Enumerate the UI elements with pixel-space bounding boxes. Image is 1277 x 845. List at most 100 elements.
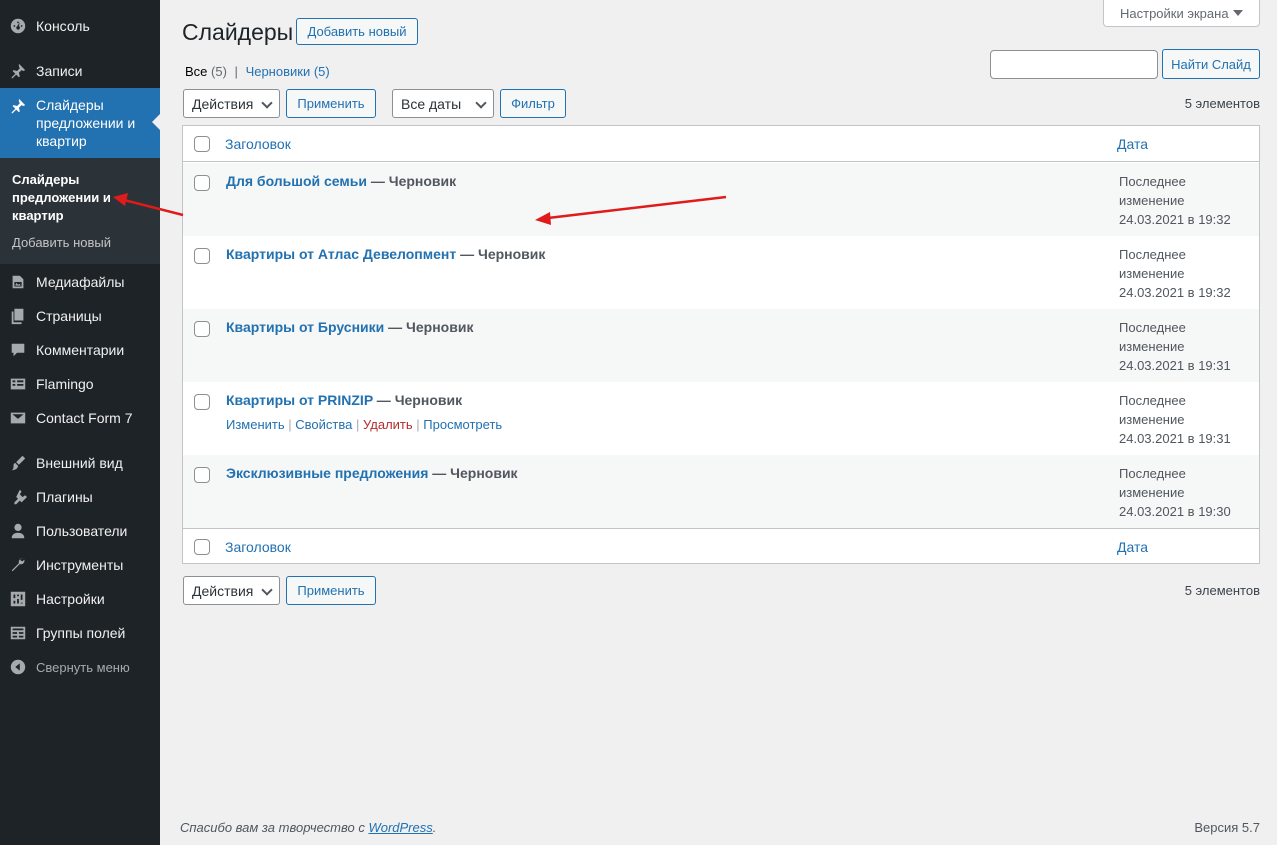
table-row: Эксклюзивные предложения — Черновик Посл… [183,455,1259,528]
menu-appearance-label: Внешний вид [36,455,123,471]
apply-button-bottom[interactable]: Применить [286,576,376,605]
status-separator: — [366,173,389,189]
apply-button-top[interactable]: Применить [286,89,376,118]
version-text: Версия 5.7 [1194,820,1260,835]
menu-settings-label: Настройки [36,591,105,607]
date-filter-value: Все даты [401,95,462,112]
user-icon [0,522,36,540]
edit-link[interactable]: Изменить [226,417,285,432]
row-date-label: Последнее изменение [1119,247,1186,281]
menu-tools[interactable]: Инструменты [0,554,160,576]
screen-options-button[interactable]: Настройки экрана [1103,0,1260,27]
row-title: Квартиры от Атлас Девелопмент — Черновик [226,246,545,262]
page-title: Слайдеры [182,19,294,45]
view-all[interactable]: Все [185,64,207,79]
column-title-header[interactable]: Заголовок [225,136,291,152]
wordpress-link[interactable]: WordPress [368,820,432,835]
sliders-submenu: Слайдеры предложении и квартир Добавить … [0,158,160,264]
column-title-footer[interactable]: Заголовок [225,539,291,555]
row-title: Квартиры от Брусники — Черновик [226,319,473,335]
status-separator: — [428,465,451,481]
row-status: Черновик [477,246,546,262]
filter-button[interactable]: Фильтр [500,89,566,118]
menu-flamingo[interactable]: Flamingo [0,373,160,395]
bulk-actions-value: Действия [192,95,254,112]
date-filter-select[interactable]: Все даты [392,89,494,118]
delete-link[interactable]: Удалить [363,417,413,432]
row-checkbox[interactable] [194,248,210,264]
view-all-count: (5) [211,64,227,79]
wrench-icon [0,556,36,574]
column-date-footer[interactable]: Дата [1117,539,1148,555]
menu-comments-label: Комментарии [36,342,125,358]
view-drafts-count: (5) [313,64,330,79]
admin-sidebar: Консоль Записи Слайдеры предложении и кв… [0,0,160,845]
menu-contact-form[interactable]: Contact Form 7 [0,407,160,429]
row-date-value: 24.03.2021 в 19:32 [1119,285,1231,300]
collapse-icon [0,658,36,676]
comment-icon [0,341,36,359]
table-row: Для большой семьи — Черновик Последнее и… [183,163,1259,236]
menu-users[interactable]: Пользователи [0,520,160,542]
menu-flamingo-label: Flamingo [36,376,94,392]
bulk-actions-select-top[interactable]: Действия [183,89,280,118]
row-checkbox[interactable] [194,321,210,337]
row-status: Черновик [450,465,518,481]
menu-appearance[interactable]: Внешний вид [0,452,160,474]
row-date: Последнее изменение 24.03.2021 в 19:30 [1119,464,1231,521]
row-checkbox[interactable] [194,467,210,483]
menu-posts-label: Записи [36,63,83,79]
menu-field-groups[interactable]: Группы полей [0,622,160,644]
add-new-button[interactable]: Добавить новый [296,18,418,45]
menu-sliders-label: Слайдеры предложении и квартир [36,97,136,149]
menu-plugins[interactable]: Плагины [0,486,160,508]
row-checkbox[interactable] [194,394,210,410]
flamingo-icon [0,375,36,393]
submenu-item-sliders[interactable]: Слайдеры предложении и квартир [12,171,152,225]
row-checkbox[interactable] [194,175,210,191]
row-title-link[interactable]: Для большой семьи [226,173,367,189]
menu-dashboard[interactable]: Консоль [0,15,160,37]
menu-posts[interactable]: Записи [0,60,160,82]
select-all-checkbox-bottom[interactable] [194,538,210,555]
row-date-label: Последнее изменение [1119,393,1186,427]
footer-thanks: Спасибо вам за творчество с WordPress. [180,820,436,835]
row-date-value: 24.03.2021 в 19:30 [1119,504,1231,519]
menu-media-label: Медиафайлы [36,274,125,290]
pin-icon [0,62,36,80]
select-all-checkbox[interactable] [194,135,210,152]
menu-comments[interactable]: Комментарии [0,339,160,361]
menu-dashboard-label: Консоль [36,18,90,34]
row-title-link[interactable]: Квартиры от Брусники [226,319,384,335]
menu-users-label: Пользователи [36,523,128,539]
search-input[interactable] [990,50,1158,79]
column-date-header[interactable]: Дата [1117,136,1148,152]
view-drafts[interactable]: Черновики [246,64,311,79]
pages-icon [0,307,36,325]
menu-pages[interactable]: Страницы [0,305,160,327]
action-separator: | [416,417,420,432]
action-separator: | [288,417,292,432]
row-date-value: 24.03.2021 в 19:32 [1119,212,1231,227]
row-actions: Изменить | Свойства | Удалить | Просмотр… [226,417,502,432]
mail-icon [0,409,36,427]
menu-media[interactable]: Медиафайлы [0,271,160,293]
menu-collapse[interactable]: Свернуть меню [0,656,160,678]
row-date-value: 24.03.2021 в 19:31 [1119,358,1231,373]
row-date-label: Последнее изменение [1119,174,1186,208]
chevron-down-icon [475,97,487,109]
settings-icon [0,590,36,608]
search-button[interactable]: Найти Слайд [1162,49,1260,79]
row-title-link[interactable]: Квартиры от Атлас Девелопмент [226,246,456,262]
row-title-link[interactable]: Квартиры от PRINZIP [226,392,373,408]
menu-field-groups-label: Группы полей [36,625,126,641]
bulk-actions-select-bottom[interactable]: Действия [183,576,280,605]
row-date: Последнее изменение 24.03.2021 в 19:31 [1119,318,1231,375]
menu-sliders[interactable]: Слайдеры предложении и квартир [0,88,160,158]
submenu-item-add-new[interactable]: Добавить новый [12,235,111,250]
quick-edit-link[interactable]: Свойства [295,417,352,432]
view-link[interactable]: Просмотреть [423,417,502,432]
menu-settings[interactable]: Настройки [0,588,160,610]
action-separator: | [356,417,360,432]
row-title-link[interactable]: Эксклюзивные предложения [226,465,428,481]
